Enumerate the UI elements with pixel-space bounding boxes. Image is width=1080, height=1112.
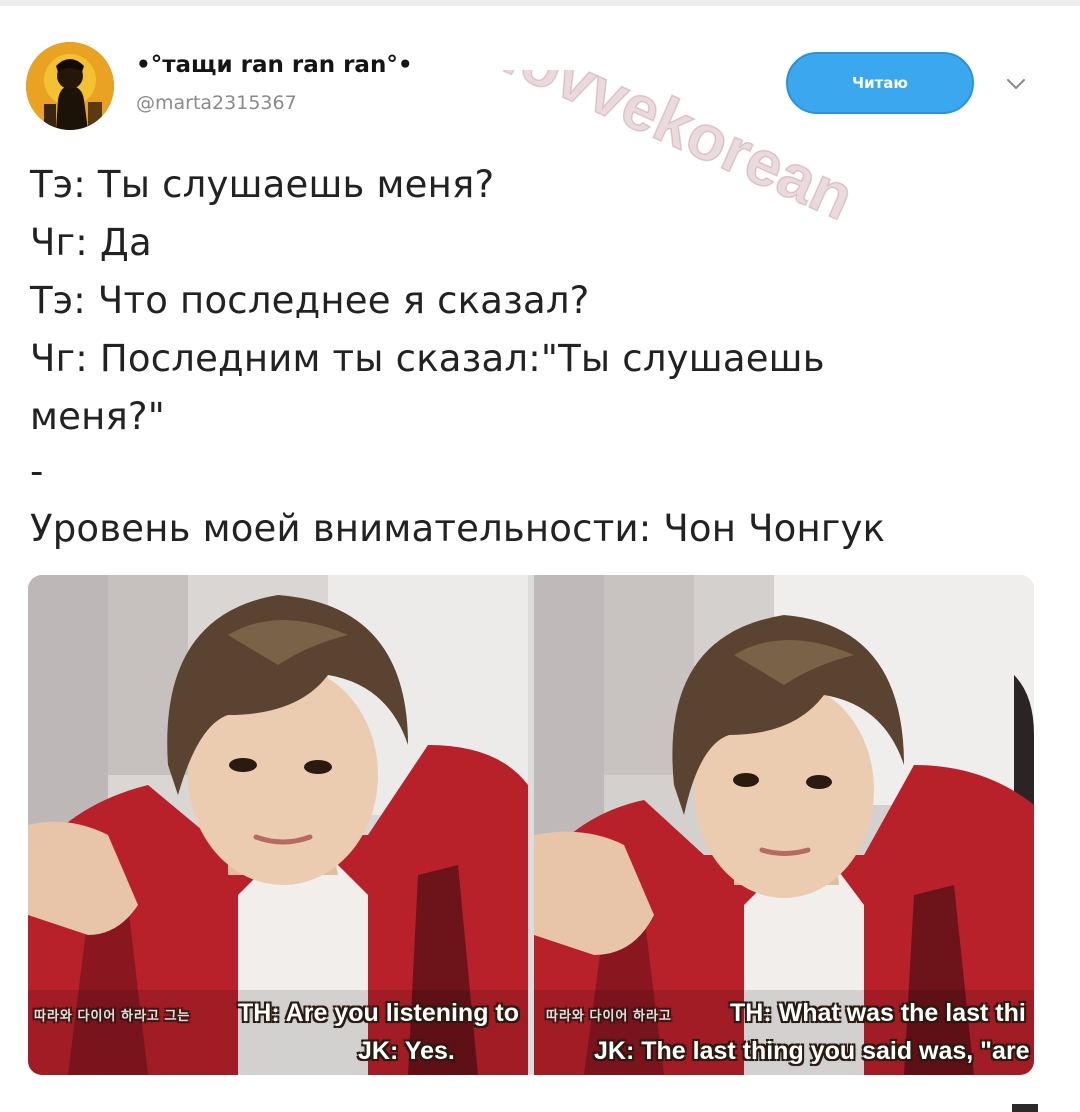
media-frame-1[interactable]: 따라와 다이어 하라고 그는 TH: Are you listening to … <box>28 575 528 1075</box>
user-handle[interactable]: @marta2315367 <box>136 92 297 114</box>
subtitle-answer: JK: Yes. <box>358 1037 455 1065</box>
tweet-line: - <box>30 450 44 493</box>
avatar[interactable] <box>26 42 114 130</box>
chevron-down-icon[interactable] <box>1004 74 1028 94</box>
tweet-line: Уровень моей внимательности: Чон Чонгук <box>30 507 886 550</box>
display-name[interactable]: •°тащи ran ran ran°• <box>136 52 413 78</box>
top-divider <box>0 0 1080 6</box>
subtitle-question: TH: What was the last thi <box>730 999 1026 1027</box>
media-attachment[interactable]: 따라와 다이어 하라고 그는 TH: Are you listening to … <box>28 575 1034 1075</box>
korean-caption: 따라와 다이어 하라고 <box>546 1008 672 1023</box>
tweet-line: Чг: Последним ты сказал:"Ты слушаешь <box>30 337 825 380</box>
tweet-line: Чг: Да <box>30 221 152 264</box>
subtitle-answer: JK: The last thing you said was, "are <box>594 1037 1030 1065</box>
subtitle-question: TH: Are you listening to <box>238 999 520 1027</box>
follow-button[interactable]: Читаю <box>786 52 974 114</box>
avatar-image <box>26 42 114 130</box>
korean-caption: 따라와 다이어 하라고 그는 <box>34 1008 191 1023</box>
tweet-line: меня?" <box>30 395 165 438</box>
scroll-indicator <box>1012 1104 1038 1112</box>
tweet-line: Тэ: Ты слушаешь меня? <box>30 163 495 206</box>
media-frame-2[interactable]: 따라와 다이어 하라고 TH: What was the last thi JK… <box>534 575 1034 1075</box>
tweet-text: Тэ: Ты слушаешь меня? Чг: Да Тэ: Что пос… <box>30 156 1050 558</box>
tweet-line: Тэ: Что последнее я сказал? <box>30 279 590 322</box>
